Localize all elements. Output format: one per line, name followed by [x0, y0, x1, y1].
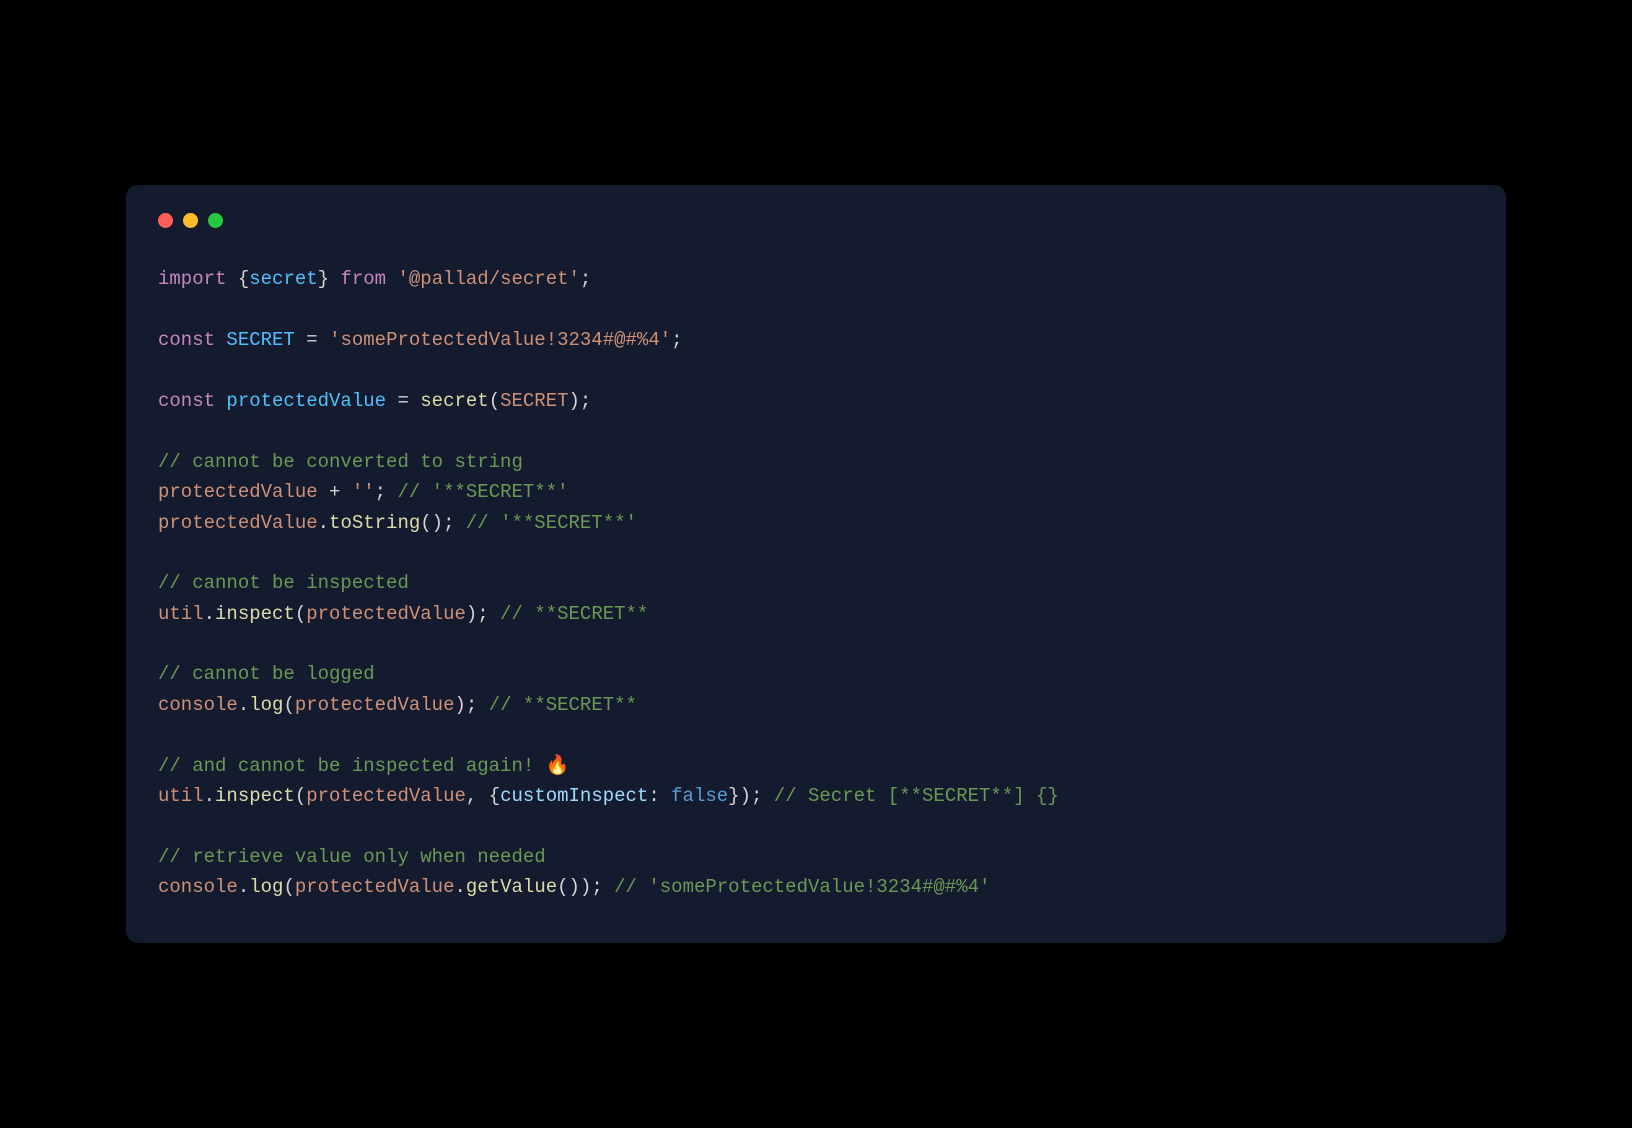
- param: SECRET: [500, 390, 568, 412]
- code-block: import {secret} from '@pallad/secret'; c…: [158, 264, 1474, 902]
- punct: .: [204, 785, 215, 807]
- method-call: toString: [329, 512, 420, 534]
- ident: util: [158, 785, 204, 807]
- comment: // 'someProtectedValue!3234#@#%4': [603, 876, 991, 898]
- close-icon[interactable]: [158, 213, 173, 228]
- method-call: inspect: [215, 785, 295, 807]
- keyword-import: import: [158, 268, 226, 290]
- punct: ): [466, 603, 477, 625]
- punct: {: [226, 268, 249, 290]
- code-line: // cannot be inspected: [158, 572, 409, 594]
- punct: ): [455, 694, 466, 716]
- string-literal: '@pallad/secret': [397, 268, 579, 290]
- punct: (: [283, 876, 294, 898]
- punct: ;: [443, 512, 454, 534]
- punct: .: [318, 512, 329, 534]
- param: protectedValue: [306, 785, 466, 807]
- operator: +: [318, 481, 352, 503]
- code-line: // retrieve value only when needed: [158, 846, 546, 868]
- code-line: // cannot be logged: [158, 663, 375, 685]
- code-line: util.inspect(protectedValue); // **SECRE…: [158, 603, 648, 625]
- comment: // **SECRET**: [477, 694, 637, 716]
- param: protectedValue: [295, 876, 455, 898]
- code-line: util.inspect(protectedValue, {customInsp…: [158, 785, 1059, 807]
- comment: // **SECRET**: [489, 603, 649, 625]
- punct: (: [283, 694, 294, 716]
- keyword-const: const: [158, 329, 215, 351]
- method-call: log: [249, 694, 283, 716]
- comment: // '**SECRET**': [454, 512, 636, 534]
- comment: // cannot be inspected: [158, 572, 409, 594]
- comment: // '**SECRET**': [386, 481, 568, 503]
- punct: ;: [580, 390, 591, 412]
- ident: protectedValue: [158, 481, 318, 503]
- code-line: const protectedValue = secret(SECRET);: [158, 390, 591, 412]
- code-line: protectedValue + ''; // '**SECRET**': [158, 481, 569, 503]
- code-line: console.log(protectedValue.getValue()); …: [158, 876, 990, 898]
- string-literal: 'someProtectedValue!3234#@#%4': [329, 329, 671, 351]
- punct: ): [569, 390, 580, 412]
- code-line: const SECRET = 'someProtectedValue!3234#…: [158, 329, 683, 351]
- punct: ;: [671, 329, 682, 351]
- punct: .: [204, 603, 215, 625]
- punct: ;: [580, 268, 591, 290]
- ident: protectedValue: [158, 512, 318, 534]
- punct: }: [728, 785, 739, 807]
- comment: // retrieve value only when needed: [158, 846, 546, 868]
- window-titlebar: [158, 213, 1474, 228]
- punct: ;: [751, 785, 762, 807]
- punct: ;: [591, 876, 602, 898]
- string-literal: '': [352, 481, 375, 503]
- punct: {: [489, 785, 500, 807]
- punct: :: [648, 785, 671, 807]
- punct: (: [489, 390, 500, 412]
- comment: // cannot be converted to string: [158, 451, 523, 473]
- code-window: import {secret} from '@pallad/secret'; c…: [126, 185, 1506, 942]
- code-line: console.log(protectedValue); // **SECRET…: [158, 694, 637, 716]
- ident-secret: secret: [249, 268, 317, 290]
- punct: ): [740, 785, 751, 807]
- literal: false: [671, 785, 728, 807]
- punct: ,: [466, 785, 489, 807]
- keyword-const: const: [158, 390, 215, 412]
- param: protectedValue: [295, 694, 455, 716]
- punct: .: [238, 876, 249, 898]
- punct: (): [557, 876, 580, 898]
- comment: // and cannot be inspected again! 🔥: [158, 755, 569, 777]
- const-name: protectedValue: [215, 390, 386, 412]
- ident: console: [158, 694, 238, 716]
- punct: =: [295, 329, 329, 351]
- func-call: secret: [420, 390, 488, 412]
- minimize-icon[interactable]: [183, 213, 198, 228]
- method-call: log: [249, 876, 283, 898]
- code-line: protectedValue.toString(); // '**SECRET*…: [158, 512, 637, 534]
- method-call: inspect: [215, 603, 295, 625]
- code-line: // and cannot be inspected again! 🔥: [158, 755, 569, 777]
- method-call: getValue: [466, 876, 557, 898]
- punct: ;: [477, 603, 488, 625]
- comment: // cannot be logged: [158, 663, 375, 685]
- keyword-from: from: [329, 268, 397, 290]
- param: protectedValue: [306, 603, 466, 625]
- ident: console: [158, 876, 238, 898]
- code-line: // cannot be converted to string: [158, 451, 523, 473]
- punct: =: [386, 390, 420, 412]
- punct: ;: [375, 481, 386, 503]
- const-name: SECRET: [215, 329, 295, 351]
- punct: .: [238, 694, 249, 716]
- maximize-icon[interactable]: [208, 213, 223, 228]
- prop-key: customInspect: [500, 785, 648, 807]
- code-line: import {secret} from '@pallad/secret';: [158, 268, 591, 290]
- punct: }: [318, 268, 329, 290]
- punct: (: [295, 603, 306, 625]
- comment: // Secret [**SECRET**] {}: [762, 785, 1058, 807]
- punct: .: [455, 876, 466, 898]
- punct: ;: [466, 694, 477, 716]
- punct: (): [420, 512, 443, 534]
- ident: util: [158, 603, 204, 625]
- punct: (: [295, 785, 306, 807]
- punct: ): [580, 876, 591, 898]
